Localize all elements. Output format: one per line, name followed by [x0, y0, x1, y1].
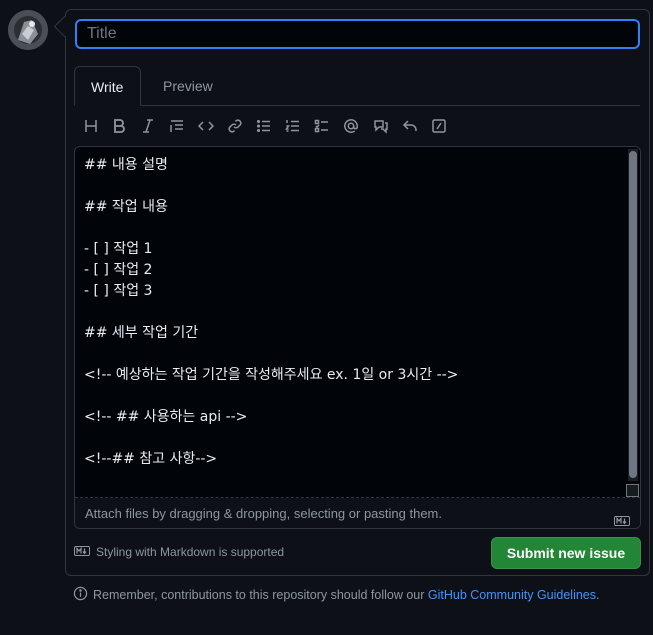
tab-preview[interactable]: Preview [147, 66, 229, 105]
mention-icon[interactable] [340, 115, 362, 137]
title-input[interactable] [75, 19, 640, 49]
reply-icon[interactable] [399, 115, 421, 137]
editor-line: - [ ] 작업 3 [84, 283, 153, 299]
quote-icon[interactable] [166, 115, 188, 137]
editor-line: ## 작업 내용 [84, 199, 168, 215]
heading-icon[interactable] [80, 115, 102, 137]
footer-suffix: . [596, 588, 600, 602]
attach-files-bar[interactable]: Attach files by dragging & dropping, sel… [75, 498, 640, 528]
editor-line: - [ ] 작업 1 [84, 241, 153, 257]
submit-new-issue-button[interactable]: Submit new issue [491, 537, 641, 569]
community-guidelines-link[interactable]: GitHub Community Guidelines [428, 588, 596, 602]
markdown-note-text: Styling with Markdown is supported [96, 545, 285, 559]
bulleted-list-icon[interactable] [253, 115, 275, 137]
body-textarea[interactable]: ## 내용 설명 ## 작업 내용 - [ ] 작업 1 - [ ] 작업 2 - [ … [75, 147, 640, 498]
editor-container: ## 내용 설명 ## 작업 내용 - [ ] 작업 1 - [ ] 작업 2 - [ … [74, 146, 641, 529]
editor-line: - [ ] 작업 2 [84, 262, 153, 278]
cross-reference-icon[interactable] [370, 115, 392, 137]
numbered-list-icon[interactable] [282, 115, 304, 137]
editor-line: <!-- 예상하는 작업 기간을 작성해주세요 ex. 1일 or 3시간 --… [84, 367, 459, 383]
markdown-icon [74, 545, 90, 559]
editor-line: ## 내용 설명 [84, 157, 168, 173]
slash-commands-icon[interactable] [428, 115, 450, 137]
editor-line: <!--## 참고 사항--> [84, 451, 218, 467]
editor-line: ## 세부 작업 기간 [84, 325, 199, 341]
info-icon [73, 586, 88, 604]
footer-note: Remember, contributions to this reposito… [73, 586, 600, 604]
scrollbar-thumb[interactable] [629, 151, 637, 478]
task-list-icon[interactable] [311, 115, 333, 137]
editor-tabs: Write Preview [74, 66, 640, 106]
bold-icon[interactable] [108, 115, 130, 137]
resize-handle[interactable] [626, 484, 639, 497]
markdown-support-note[interactable]: Styling with Markdown is supported [74, 545, 284, 559]
editor-line: <!-- ## 사용하는 api --> [84, 409, 248, 425]
tab-write[interactable]: Write [74, 66, 141, 106]
avatar[interactable] [8, 10, 48, 50]
code-icon[interactable] [195, 115, 217, 137]
attach-hint: Attach files by dragging & dropping, sel… [85, 506, 442, 521]
link-icon[interactable] [224, 115, 246, 137]
markdown-icon [614, 506, 630, 528]
italic-icon[interactable] [137, 115, 159, 137]
footer-text: Remember, contributions to this reposito… [93, 588, 428, 602]
